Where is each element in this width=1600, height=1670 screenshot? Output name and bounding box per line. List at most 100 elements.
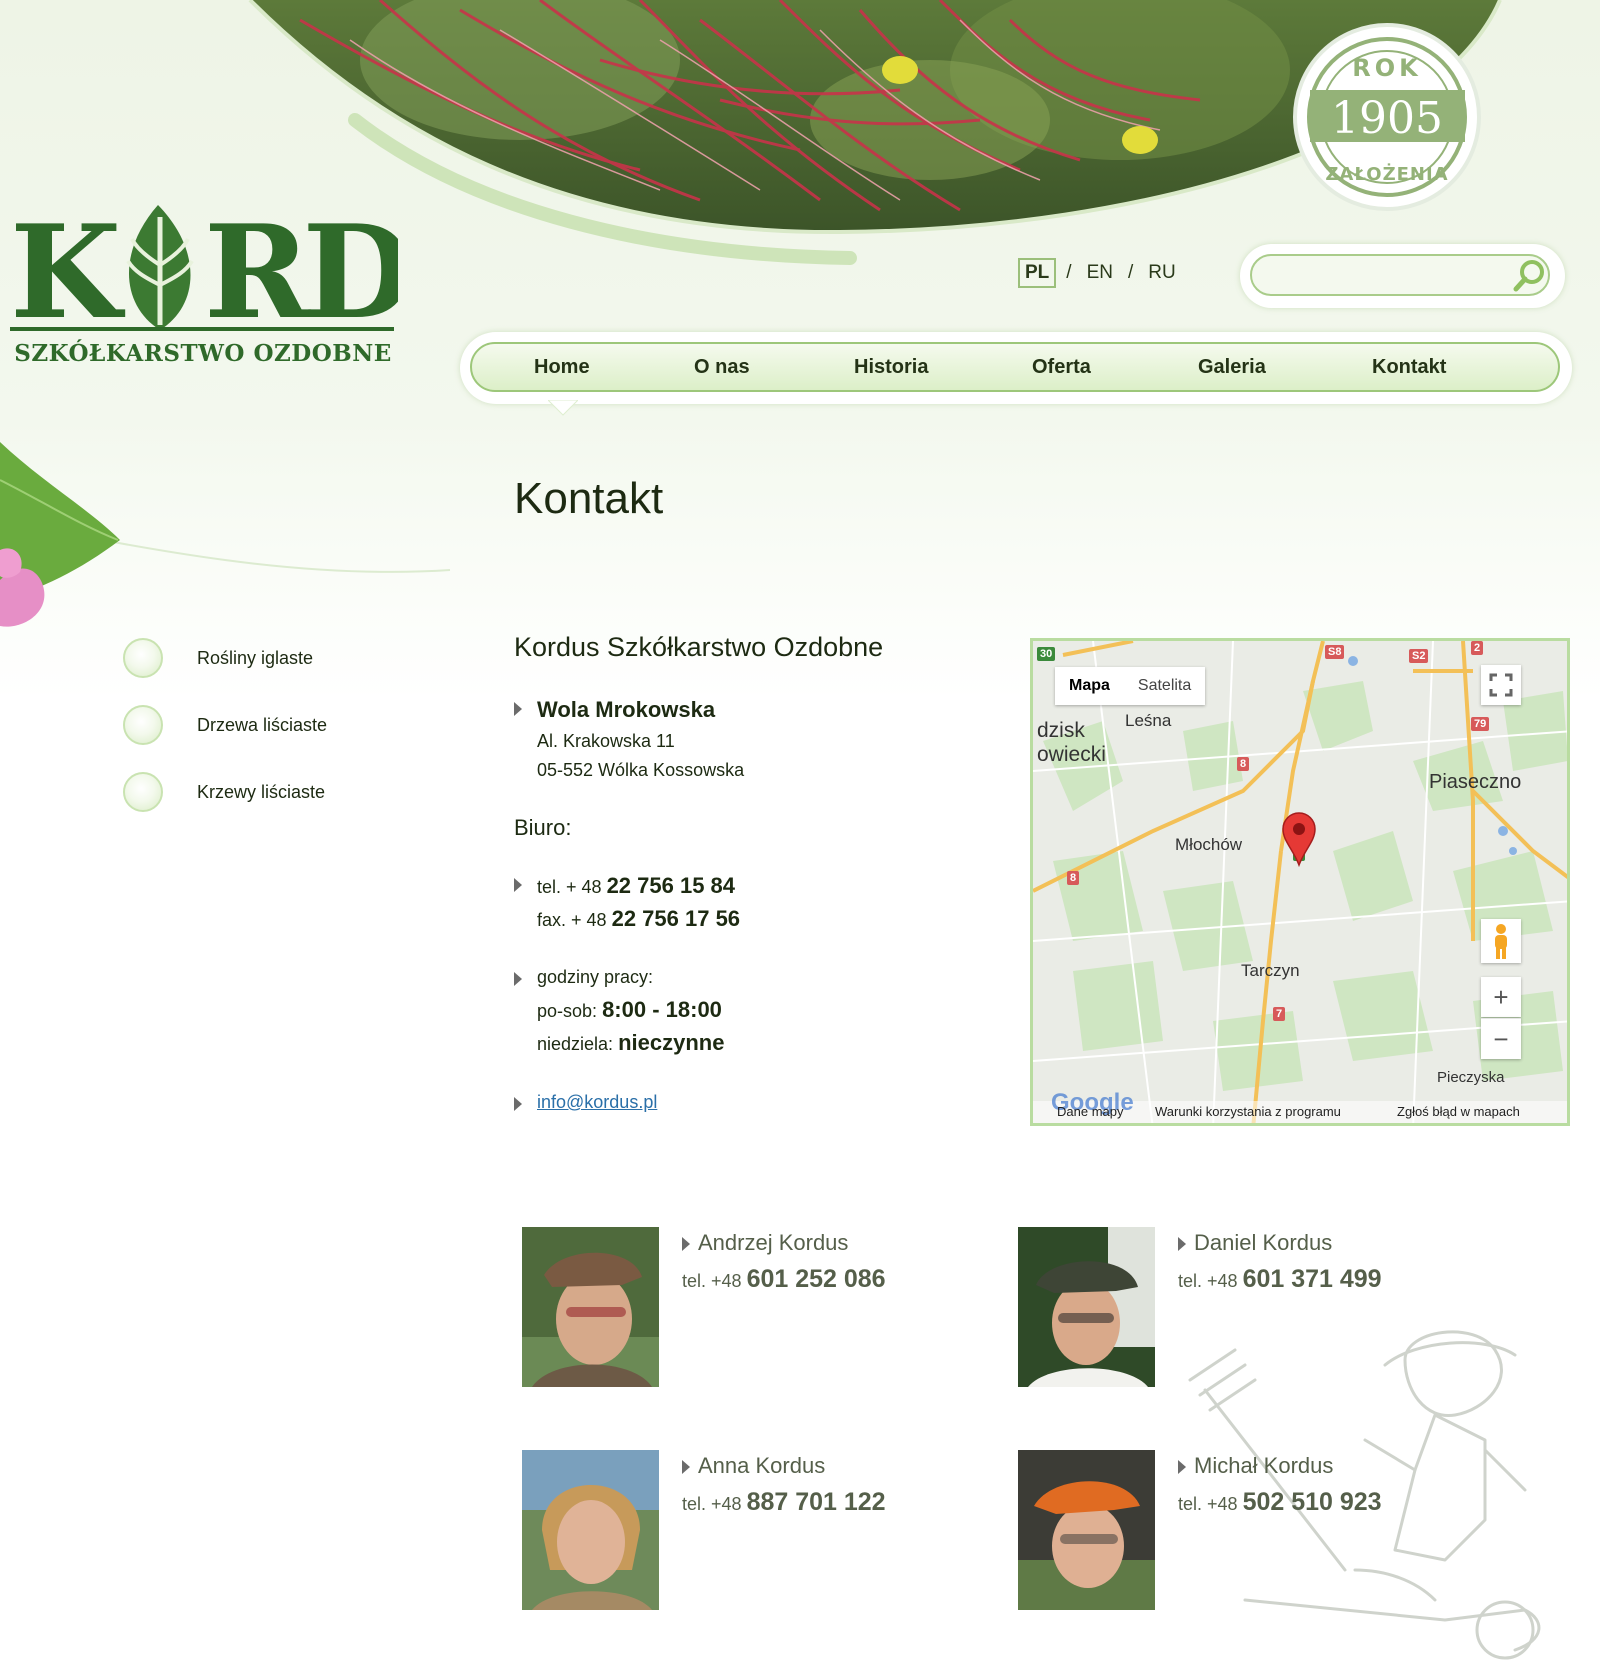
bullet-arrow-icon xyxy=(514,702,522,716)
bullet-arrow-icon xyxy=(514,972,522,986)
nav-home[interactable]: Home xyxy=(534,356,590,379)
sidebar-item-krzewy-lisciaste[interactable]: Krzewy liściaste xyxy=(123,772,403,816)
map-place-label: Piaseczno xyxy=(1429,771,1522,793)
active-nav-pointer xyxy=(548,400,578,416)
bullet-arrow-icon xyxy=(514,878,522,892)
site-logo[interactable]: K RDUS SZKÓŁKARSTWO OZDOBNE xyxy=(8,195,398,375)
tel-number: 601 252 086 xyxy=(746,1265,886,1293)
tel-prefix: tel. +48 xyxy=(682,1271,742,1291)
sunday-status: nieczynne xyxy=(618,1030,725,1055)
map-place-label: Leśna xyxy=(1125,711,1172,730)
map-type-satellite-button[interactable]: Satelita xyxy=(1124,667,1205,705)
bullet-arrow-icon xyxy=(682,1237,690,1251)
zoom-out-button[interactable]: − xyxy=(1481,1018,1521,1059)
map-road-badge: 30 xyxy=(1037,647,1056,661)
person-tel: tel. +48 887 701 122 xyxy=(682,1488,886,1517)
leaf-decoration xyxy=(0,442,451,627)
svg-text:ZAŁOŻENIA: ZAŁOŻENIA xyxy=(1325,163,1448,185)
weekday-time: 8:00 - 18:00 xyxy=(602,997,722,1022)
logo-subtitle: SZKÓŁKARSTWO OZDOBNE xyxy=(14,340,392,367)
hours-label: godziny pracy: xyxy=(537,967,654,987)
map-road-badge: S8 xyxy=(1325,645,1345,659)
person-name: Michał Kordus xyxy=(1194,1453,1334,1478)
sidebar-bullet-icon xyxy=(123,638,163,678)
lang-pl[interactable]: PL xyxy=(1018,258,1057,288)
search-input[interactable] xyxy=(1250,254,1550,296)
map-report-link[interactable]: Zgłoś błąd w mapach xyxy=(1397,1104,1520,1119)
person-tel: tel. +48 502 510 923 xyxy=(1178,1488,1382,1517)
map-data-link[interactable]: Dane mapy xyxy=(1057,1104,1123,1119)
nav-galeria[interactable]: Galeria xyxy=(1198,356,1266,379)
person-name: Andrzej Kordus xyxy=(698,1230,849,1255)
tel-prefix: tel. +48 xyxy=(1178,1494,1238,1514)
lang-ru[interactable]: RU xyxy=(1143,260,1180,286)
svg-text:RDUS: RDUS xyxy=(204,198,398,345)
zoom-in-button[interactable]: + xyxy=(1481,977,1521,1017)
lang-separator: / xyxy=(1127,262,1134,283)
fullscreen-icon[interactable] xyxy=(1481,665,1521,705)
lang-en[interactable]: EN xyxy=(1082,260,1118,286)
map-road-badge: S2 xyxy=(1409,649,1429,663)
person-photo xyxy=(1018,1227,1155,1387)
search-box xyxy=(1240,244,1565,308)
sidebar-bullet-icon xyxy=(123,772,163,812)
tel-prefix: tel. + 48 xyxy=(537,877,602,897)
map-footer: Google Dane mapy Warunki korzystania z p… xyxy=(1033,1089,1567,1123)
nav-oferta[interactable]: Oferta xyxy=(1032,356,1091,379)
email-link[interactable]: info@kordus.pl xyxy=(537,1092,657,1112)
map-road-badge: 2 xyxy=(1471,641,1484,655)
tel-number: 887 701 122 xyxy=(746,1488,886,1516)
tel-number: 502 510 923 xyxy=(1242,1488,1382,1516)
map-place-label: Młochów xyxy=(1175,835,1243,854)
sunday-label: niedziela: xyxy=(537,1034,614,1054)
map-road-badge: 79 xyxy=(1471,717,1490,731)
address-city: 05-552 Wólka Kossowska xyxy=(537,760,745,780)
address-street: Al. Krakowska 11 xyxy=(537,731,675,751)
email-row: info@kordus.pl xyxy=(537,1092,657,1113)
svg-text:K: K xyxy=(10,198,126,345)
pegman-icon[interactable] xyxy=(1481,919,1521,963)
search-icon[interactable] xyxy=(1512,258,1548,294)
bullet-arrow-icon xyxy=(682,1460,690,1474)
office-heading: Biuro: xyxy=(514,815,572,840)
sidebar-item-rosliny-iglaste[interactable]: Rośliny iglaste xyxy=(123,638,403,682)
person-photo xyxy=(522,1450,659,1610)
tel-prefix: tel. +48 xyxy=(1178,1271,1238,1291)
nav-kontakt[interactable]: Kontakt xyxy=(1372,356,1446,379)
nav-historia[interactable]: Historia xyxy=(854,356,928,379)
map-place-label: owiecki xyxy=(1037,743,1106,766)
map-road-badge: 8 xyxy=(1237,757,1250,771)
map-place-label: Tarczyn xyxy=(1241,961,1300,980)
fax-prefix: fax. + 48 xyxy=(537,910,607,930)
bullet-arrow-icon xyxy=(1178,1237,1186,1251)
person-name: Anna Kordus xyxy=(698,1453,826,1478)
person-photo xyxy=(522,1227,659,1387)
main-navigation: Home O nas Historia Oferta Galeria Konta… xyxy=(460,332,1572,404)
sidebar-bullet-icon xyxy=(123,705,163,745)
sidebar-item-drzewa-lisciaste[interactable]: Drzewa liściaste xyxy=(123,705,403,749)
sidebar-item-label: Krzewy liściaste xyxy=(197,782,326,802)
tel-number: 601 371 499 xyxy=(1242,1265,1382,1293)
svg-text:ROK: ROK xyxy=(1352,54,1421,82)
fax-number: 22 756 17 56 xyxy=(611,906,741,931)
tel-number: 22 756 15 84 xyxy=(606,873,736,898)
page-title: Kontakt xyxy=(514,474,664,523)
location-name: Wola Mrokowska xyxy=(537,697,716,722)
person-tel: tel. +48 601 252 086 xyxy=(682,1265,886,1294)
map-marker-icon[interactable] xyxy=(1281,811,1317,867)
person-photo xyxy=(1018,1450,1155,1610)
nav-bar: Home O nas Historia Oferta Galeria Konta… xyxy=(470,342,1560,392)
logo-wordmark: K RDUS xyxy=(10,198,398,345)
sidebar-item-label: Rośliny iglaste xyxy=(197,648,314,668)
map-type-control: Mapa Satelita xyxy=(1055,667,1206,705)
map-terms-link[interactable]: Warunki korzystania z programu xyxy=(1155,1104,1341,1119)
language-switcher: PL / EN / RU xyxy=(1018,258,1181,288)
tel-prefix: tel. +48 xyxy=(682,1494,742,1514)
google-map[interactable]: Mapa Satelita dzisk owiecki Leśna Piasec… xyxy=(1030,638,1570,1126)
person-name: Daniel Kordus xyxy=(1194,1230,1333,1255)
map-type-map-button[interactable]: Mapa xyxy=(1055,667,1124,705)
nav-o-nas[interactable]: O nas xyxy=(694,356,750,379)
weekday-hours: po-sob: 8:00 - 18:00 xyxy=(537,997,722,1023)
map-place-label: Pieczyska xyxy=(1437,1069,1505,1086)
bullet-arrow-icon xyxy=(514,1097,522,1111)
